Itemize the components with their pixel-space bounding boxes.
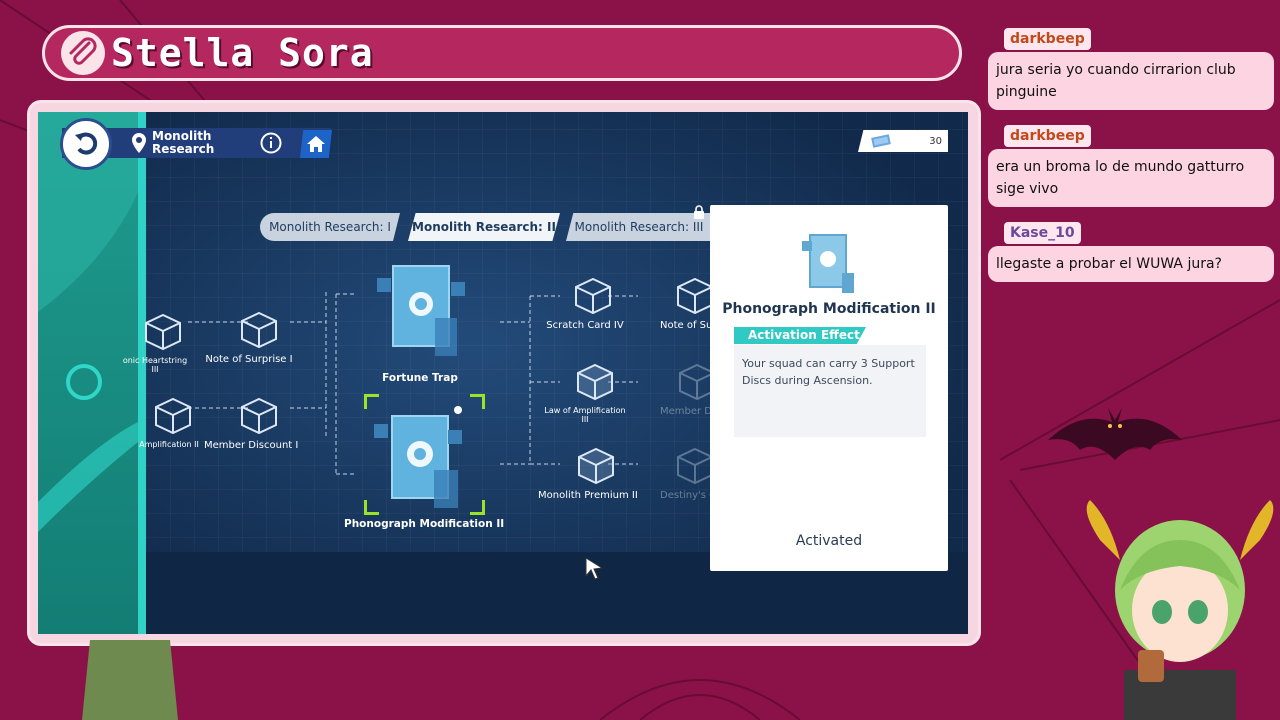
game-window: Monolith Research 30 Monolith Research: … bbox=[38, 112, 968, 634]
cube-icon bbox=[241, 397, 277, 435]
node-law-of-amplification-iii[interactable]: Law of Amplification III bbox=[544, 362, 630, 424]
cube-icon bbox=[577, 363, 613, 401]
node-label: Phonograph Modification II bbox=[344, 518, 505, 530]
panel-title: Phonograph Modification II bbox=[722, 301, 936, 317]
cube-icon bbox=[144, 313, 181, 351]
record-card-icon bbox=[802, 234, 854, 293]
chat-username: darkbeep bbox=[1004, 125, 1091, 147]
node-fortune-trap[interactable]: Fortune Trap bbox=[360, 258, 480, 384]
node-member-discount-i[interactable]: Member Discount I bbox=[204, 396, 298, 451]
node-label: Amplification II bbox=[139, 440, 199, 449]
stream-title-bar: Stella Sora bbox=[42, 25, 962, 81]
node-heartstring-iii[interactable]: onic Heartstring III bbox=[123, 312, 195, 374]
activation-effect-text: Your squad can carry 3 Support Discs dur… bbox=[734, 345, 926, 437]
cube-icon bbox=[155, 397, 191, 435]
selection-corner bbox=[470, 500, 485, 515]
node-note-of-surprise-i[interactable]: Note of Surprise I bbox=[205, 310, 294, 365]
activation-effect-label: Activation Effect bbox=[734, 327, 866, 344]
chat-message: era un broma lo de mundo gatturro sige v… bbox=[988, 149, 1274, 207]
chat-username: Kase_10 bbox=[1004, 222, 1081, 244]
record-card-icon bbox=[374, 406, 462, 508]
selection-corner bbox=[364, 500, 379, 515]
cube-icon bbox=[574, 277, 611, 315]
cube-icon bbox=[241, 311, 277, 349]
paperclip-icon bbox=[61, 31, 105, 75]
node-amplification-ii[interactable]: Amplification II bbox=[139, 396, 204, 449]
node-label: Monolith Premium II bbox=[538, 490, 638, 501]
selection-corner bbox=[470, 394, 485, 409]
chat-username: darkbeep bbox=[1004, 28, 1091, 50]
activation-status: Activated bbox=[795, 533, 863, 549]
mouse-cursor-icon bbox=[585, 557, 604, 580]
node-scratch-card-iv[interactable]: Scratch Card IV bbox=[546, 276, 625, 331]
node-label: Scratch Card IV bbox=[546, 320, 624, 331]
chat-message: jura seria yo cuando cirrarion club ping… bbox=[988, 52, 1274, 110]
streamer-avatar bbox=[1086, 500, 1274, 720]
chat-message: llegaste a probar el WUWA jura? bbox=[988, 246, 1274, 282]
node-monolith-premium-ii[interactable]: Monolith Premium II bbox=[538, 446, 638, 501]
selection-corner bbox=[364, 394, 379, 409]
node-label: Law of Amplification III bbox=[544, 406, 626, 424]
node-label: onic Heartstring III bbox=[122, 356, 188, 374]
bat-icon bbox=[1048, 408, 1182, 460]
node-label: Fortune Trap bbox=[382, 372, 458, 384]
node-detail-panel: Phonograph Modification II Activation Ef… bbox=[710, 205, 948, 571]
record-card-icon bbox=[377, 265, 465, 356]
stream-title: Stella Sora bbox=[111, 31, 374, 75]
node-label: Member Discount I bbox=[204, 440, 299, 451]
cube-icon bbox=[578, 447, 614, 485]
tree-trunk-decoration bbox=[82, 640, 178, 720]
node-label: Note of Surprise I bbox=[205, 354, 293, 365]
